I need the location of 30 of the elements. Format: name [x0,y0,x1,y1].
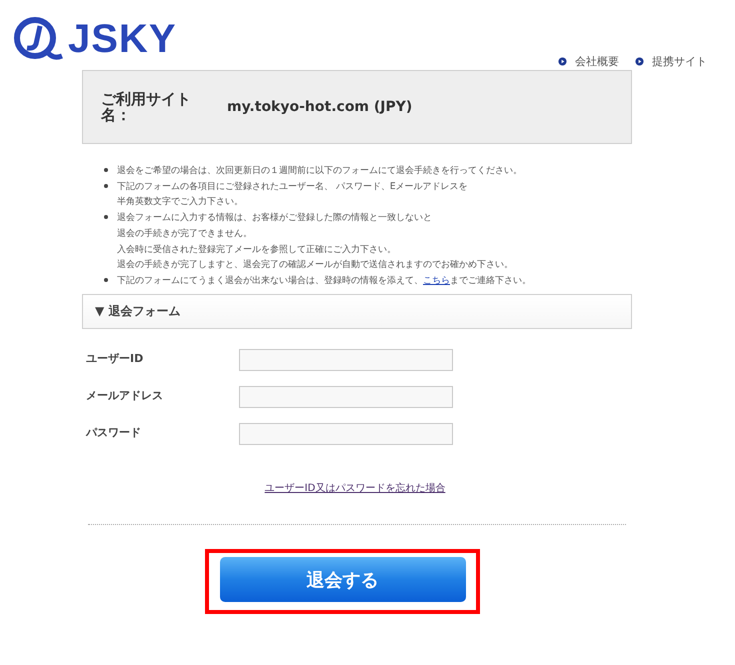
input-field[interactable] [239,423,453,445]
play-circle-icon [635,57,644,66]
bullet-icon [104,168,108,172]
play-circle-icon [558,57,567,66]
input-field[interactable] [239,349,453,371]
contact-link[interactable]: こちら [423,274,450,286]
logo-icon [12,16,64,62]
site-value: my.tokyo-hot.com (JPY) [227,99,412,115]
logo-text: JSKY [68,17,176,61]
note-text: 退会の手続きが完了できません。 [117,226,253,241]
note-text: 退会フォームに入力する情報は、お客様がご登録した際の情報と一致しないと [117,211,433,226]
bullet-icon [104,215,108,220]
bullet-icon [104,278,108,282]
nav-link[interactable]: 会社概要 [558,54,619,69]
nav-link[interactable]: 提携サイト [635,54,707,69]
submit-button[interactable]: 退会する [220,557,466,602]
form-title: ▼ 退会フォーム [95,303,180,320]
note-text: 入会時に受信された登録完了メールを参照して正確にご入力下さい。 [117,242,397,257]
note-text: 退会の手続きが完了しますと、退会完了の確認メールが自動で送信されますのでお確かめ下さい。 [117,258,513,272]
field-label: メールアドレス [86,388,164,403]
forgot-link[interactable]: ユーザーID又はパスワードを忘れた場合 [264,483,446,494]
field-label: ユーザーID [86,351,144,366]
input-field[interactable] [239,386,453,408]
note-text: 退会をご希望の場合は、次回更新日の１週間前に以下のフォームにて退会手続きを行ってください。 [117,164,522,178]
note-text: 下記のフォームの各項目にご登録されたユーザー名、 パスワード、Eメールアドレスを [117,180,468,194]
field-label: パスワード [86,425,142,440]
site-label: ご利用サイト名： [101,91,192,123]
bullet-icon [104,184,108,188]
note-text: 半角英数文字でご入力下さい。 [117,195,244,210]
note-text: 下記のフォームにてうまく退会が出来ない場合は、登録時の情報を添えて、こちら までご連絡下さい。 [117,274,531,288]
